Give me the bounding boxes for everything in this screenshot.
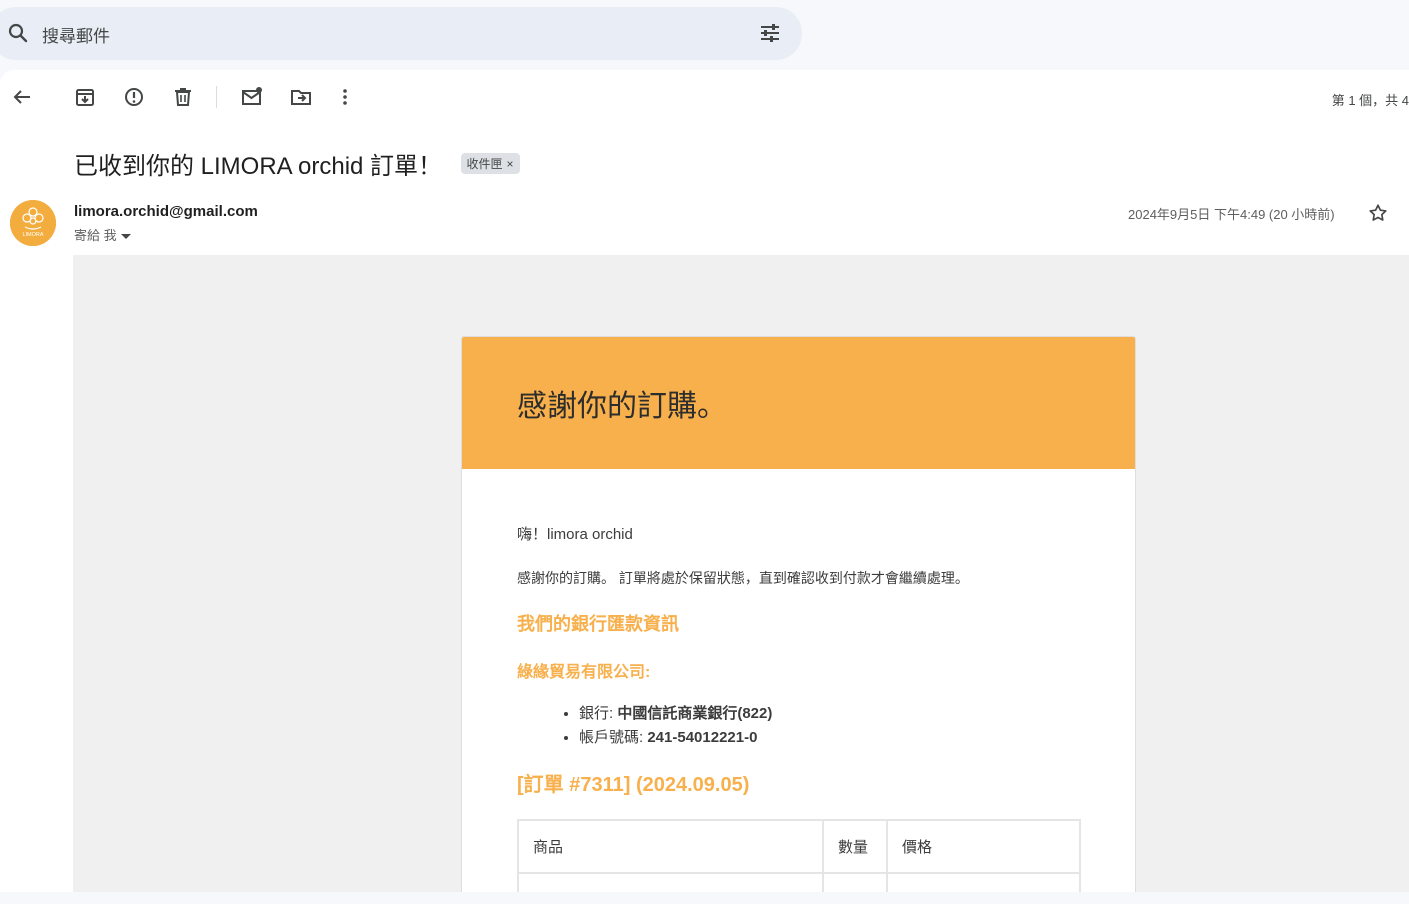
list-item: 銀行: 中國信託商業銀行(822) xyxy=(579,702,1080,726)
thanks-text: 感謝你的訂購。 訂單將處於保留狀態，直到確認收到付款才會繼續處理。 xyxy=(517,570,969,586)
recipient-line[interactable]: 寄給 我 xyxy=(74,225,131,244)
card-header-title: 感謝你的訂購。 xyxy=(517,390,727,423)
email-body-background: 感謝你的訂購。 嗨！limora orchid 感謝你的訂購。 訂單將處於保留狀… xyxy=(73,255,1409,892)
delete-icon[interactable] xyxy=(171,85,195,109)
message-panel: 第 1 個，共 4 已收到你的 LIMORA orchid 訂單！ 收件匣 × L… xyxy=(0,70,1409,892)
product-cell: Fortune Salzman｜2梗 xyxy=(517,872,824,892)
back-arrow-icon[interactable] xyxy=(10,85,34,109)
bank-info-title: 我們的銀行匯款資訊 xyxy=(517,614,679,634)
price-cell xyxy=(886,872,1081,892)
move-to-icon[interactable] xyxy=(289,85,313,109)
account-value: 241-54012221-0 xyxy=(647,729,758,746)
search-bar[interactable]: 搜尋郵件 xyxy=(0,7,802,60)
account-label: 帳戶號碼: xyxy=(579,729,644,746)
email-subject: 已收到你的 LIMORA orchid 訂單！ xyxy=(74,153,443,180)
remove-label-icon[interactable]: × xyxy=(507,157,514,171)
gmail-app: 搜尋郵件 第 1 個，共 4 已收到你的 LIMORA orchid 訂單！ 收… xyxy=(0,0,1409,904)
search-icon[interactable] xyxy=(6,21,30,45)
chevron-down-icon[interactable] xyxy=(120,234,131,240)
star-icon[interactable] xyxy=(1367,202,1389,224)
order-items-table: 商品 數量 價格 Fortune Salzman｜2梗 xyxy=(517,819,1081,892)
search-input[interactable]: 搜尋郵件 xyxy=(42,22,110,47)
more-vert-icon[interactable] xyxy=(333,85,357,109)
avatar[interactable]: LIMORA xyxy=(10,200,56,246)
tune-icon[interactable] xyxy=(758,21,782,45)
toolbar-divider xyxy=(216,86,217,108)
inbox-label-chip[interactable]: 收件匣 × xyxy=(460,153,520,174)
archive-icon[interactable] xyxy=(73,85,97,109)
pager-count: 第 1 個，共 4 xyxy=(1331,93,1409,108)
card-body: 嗨！limora orchid 感謝你的訂購。 訂單將處於保留狀態，直到確認收到… xyxy=(462,469,1135,892)
greeting: 嗨！limora orchid xyxy=(517,526,633,543)
bank-label: 銀行: xyxy=(579,705,614,722)
bank-value: 中國信託商業銀行(822) xyxy=(617,705,773,722)
company-name: 綠緣貿易有限公司: xyxy=(517,664,651,681)
recipient-text: 寄給 我 xyxy=(74,228,117,243)
sender-email[interactable]: limora.orchid@gmail.com xyxy=(74,203,258,220)
column-header-price: 價格 xyxy=(886,819,1081,874)
label-text: 收件匣 xyxy=(466,157,503,171)
email-date: 2024年9月5日 下午4:49 (20 小時前) xyxy=(1128,207,1335,222)
report-spam-icon[interactable] xyxy=(122,85,146,109)
bank-details-list: 銀行: 中國信託商業銀行(822) 帳戶號碼: 241-54012221-0 xyxy=(579,702,1080,750)
column-header-product: 商品 xyxy=(517,819,824,874)
card-header: 感謝你的訂購。 xyxy=(462,337,1135,469)
column-header-quantity: 數量 xyxy=(822,819,888,874)
list-item: 帳戶號碼: 241-54012221-0 xyxy=(579,726,1080,750)
mark-unread-icon[interactable] xyxy=(240,85,264,109)
quantity-cell xyxy=(822,872,888,892)
avatar-logo-text: LIMORA xyxy=(22,232,43,238)
order-email-card: 感謝你的訂購。 嗨！limora orchid 感謝你的訂購。 訂單將處於保留狀… xyxy=(461,336,1136,892)
subject-row: 已收到你的 LIMORA orchid 訂單！ 收件匣 × xyxy=(74,146,520,180)
message-toolbar: 第 1 個，共 4 xyxy=(0,70,1409,124)
table-row: Fortune Salzman｜2梗 xyxy=(517,872,1081,892)
table-header-row: 商品 數量 價格 xyxy=(517,819,1081,874)
order-title: [訂單 #7311] (2024.09.05) xyxy=(517,774,750,796)
